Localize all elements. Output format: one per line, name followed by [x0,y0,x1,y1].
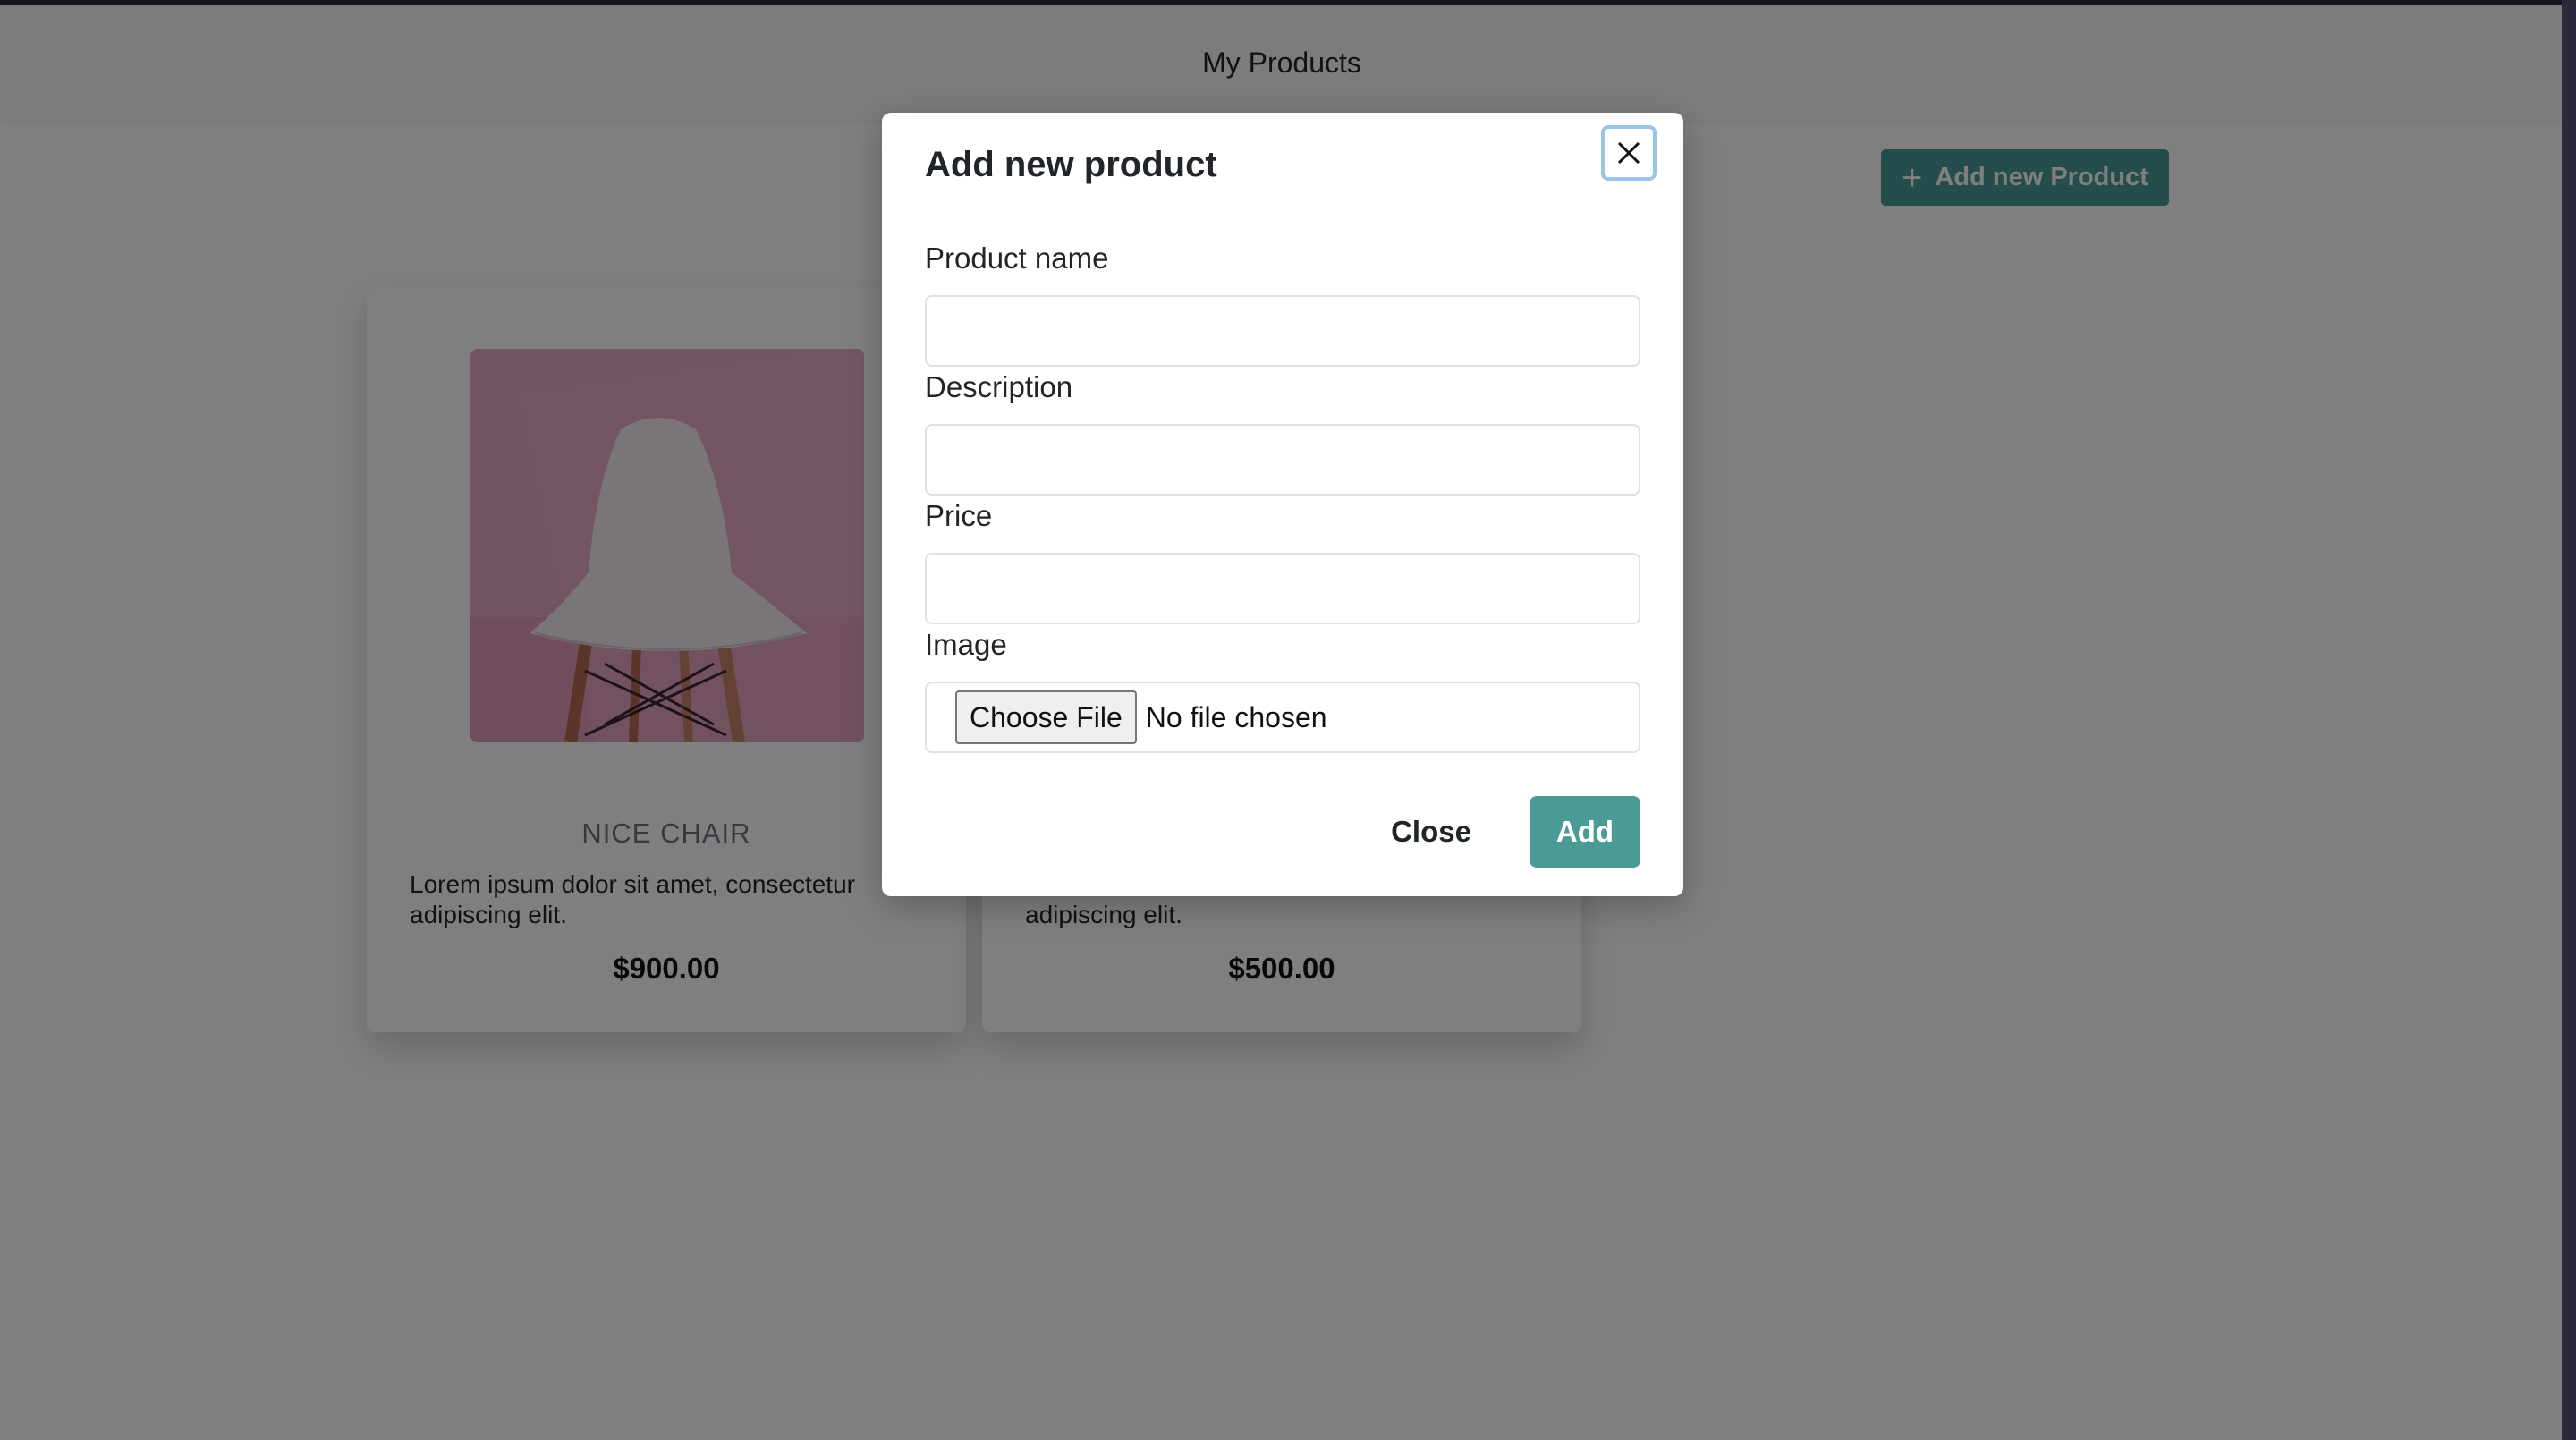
product-name-input[interactable] [925,295,1640,367]
price-input[interactable] [925,553,1640,624]
image-file-input[interactable]: Choose File No file chosen [925,682,1640,753]
add-product-modal: Add new product Product name Description… [882,113,1683,896]
window-right-border [2562,0,2576,1440]
description-label: Description [925,370,1073,403]
price-label: Price [925,499,993,532]
file-status-text: No file chosen [1145,700,1327,733]
description-input[interactable] [925,424,1640,496]
close-icon[interactable] [1601,125,1657,181]
modal-title: Add new product [925,145,1217,184]
add-button[interactable]: Add [1530,796,1640,868]
product-name-label: Product name [925,241,1109,275]
close-button[interactable]: Close [1383,796,1479,868]
image-label: Image [925,628,1007,661]
choose-file-button[interactable]: Choose File [955,690,1137,744]
